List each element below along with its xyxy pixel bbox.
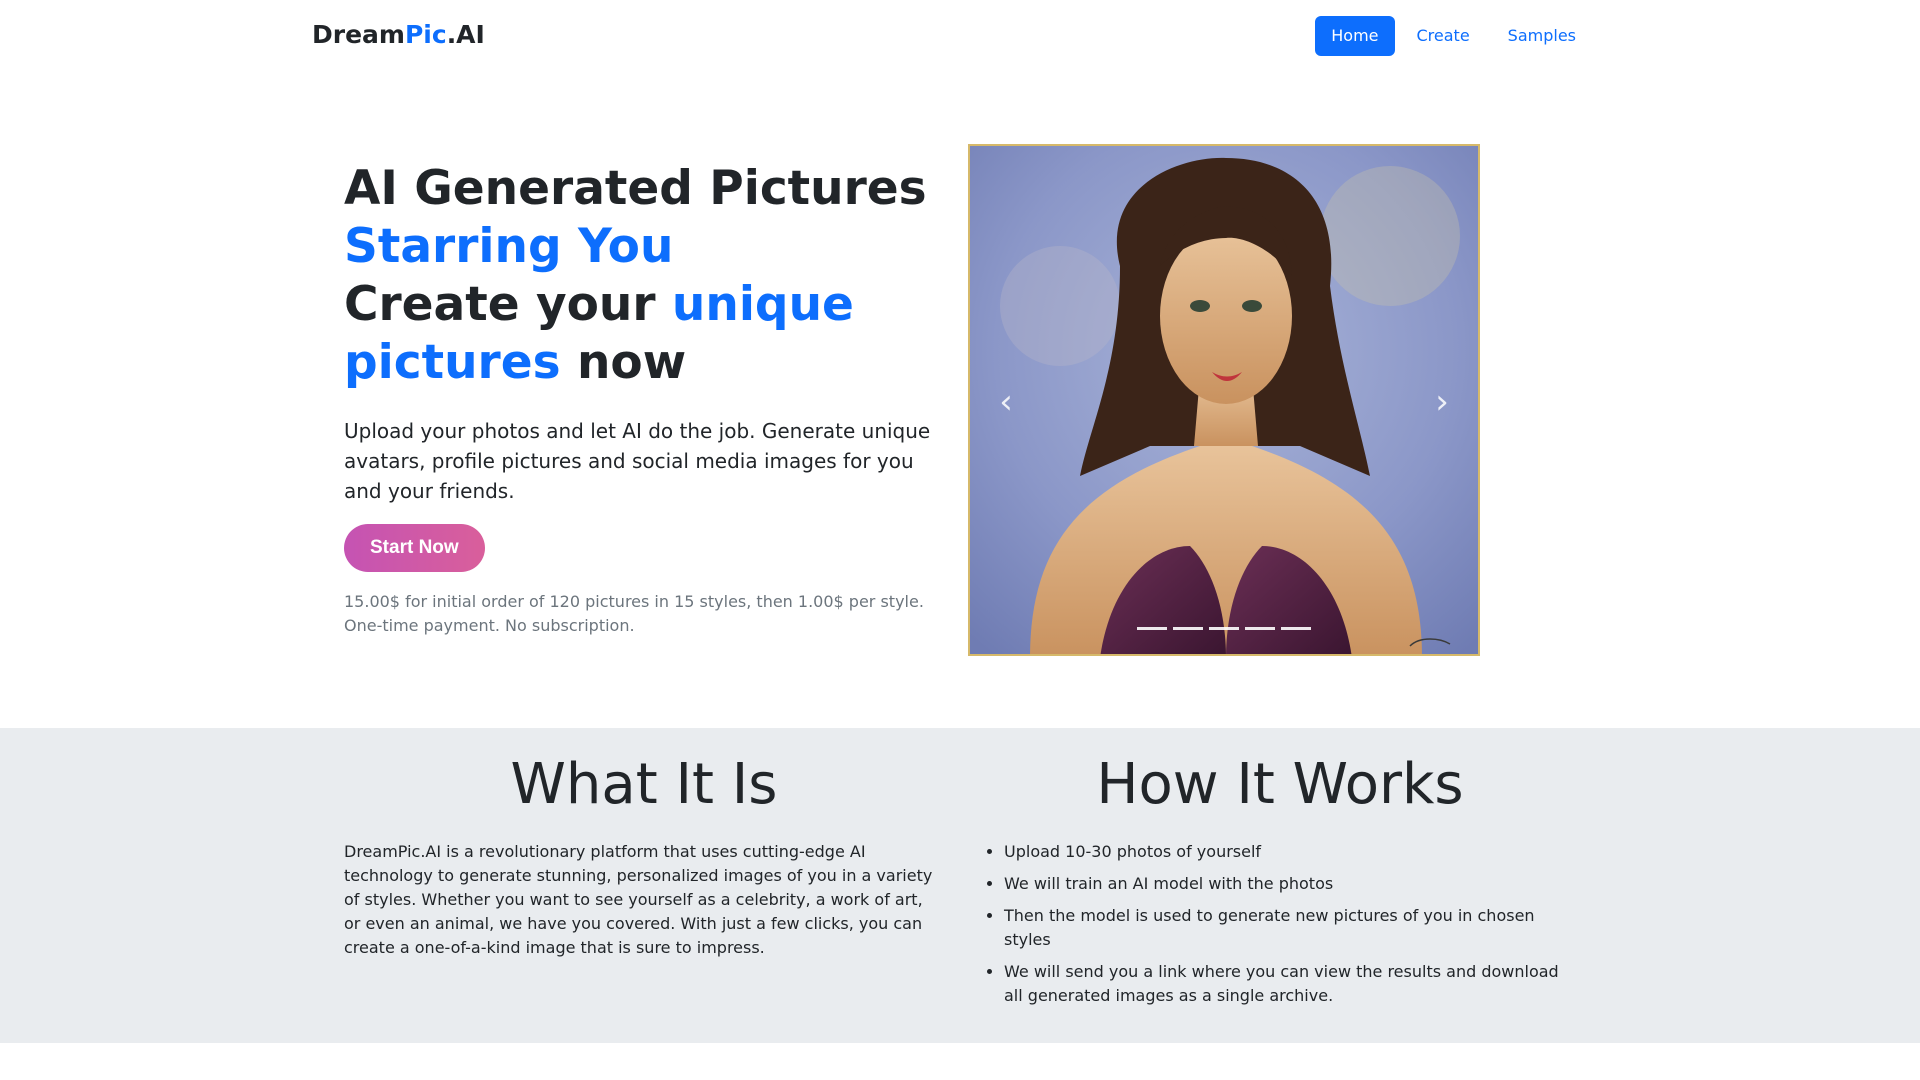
- carousel-indicator[interactable]: [1137, 627, 1167, 630]
- hero-title-line4a: pictures: [344, 335, 561, 390]
- hero-title-line4b: now: [560, 335, 687, 390]
- hero-section: AI Generated Pictures Starring You Creat…: [344, 160, 944, 638]
- carousel-indicator[interactable]: [1209, 627, 1239, 630]
- hero-title-line3b: unique: [671, 277, 854, 332]
- hero-title: AI Generated Pictures Starring You Creat…: [344, 160, 944, 392]
- portrait-carousel[interactable]: ‹ ›: [968, 144, 1480, 656]
- hero-title-line3a: Create your: [344, 277, 672, 332]
- what-it-is-column: What It Is DreamPic.AI is a revolutionar…: [344, 750, 944, 960]
- carousel-indicator[interactable]: [1173, 627, 1203, 630]
- price-note: 15.00$ for initial order of 120 pictures…: [344, 590, 944, 638]
- nav-samples[interactable]: Samples: [1492, 16, 1592, 56]
- price-note-line2: One-time payment. No subscription.: [344, 616, 635, 635]
- main-nav: Home Create Samples: [1315, 16, 1592, 56]
- hero-lead: Upload your photos and let AI do the job…: [344, 419, 931, 503]
- how-it-works-title: How It Works: [1096, 752, 1464, 817]
- hero-title-line2: Starring You: [344, 219, 674, 274]
- next-section-peek: [0, 1043, 1920, 1080]
- start-now-button[interactable]: Start Now: [344, 524, 485, 572]
- info-section: What It Is DreamPic.AI is a revolutionar…: [0, 728, 1920, 1043]
- chevron-left-icon[interactable]: ‹: [986, 382, 1026, 422]
- carousel-indicator[interactable]: [1245, 627, 1275, 630]
- carousel-slide-image: [970, 146, 1478, 654]
- brand-part-ai: .AI: [446, 20, 485, 49]
- brand-part-pic: Pic: [404, 20, 447, 49]
- carousel-indicators: [970, 627, 1478, 630]
- price-note-line1: 15.00$ for initial order of 120 pictures…: [344, 592, 924, 611]
- list-item: We will train an AI model with the photo…: [1004, 872, 1576, 896]
- list-item: Upload 10-30 photos of yourself: [1004, 840, 1576, 864]
- nav-home[interactable]: Home: [1315, 16, 1395, 56]
- chevron-right-icon[interactable]: ›: [1422, 382, 1462, 422]
- what-it-is-text: DreamPic.AI is a revolutionary platform …: [344, 842, 933, 957]
- carousel-indicator[interactable]: [1281, 627, 1311, 630]
- brand-part-dream: Dream: [312, 20, 405, 49]
- list-item: We will send you a link where you can vi…: [1004, 960, 1576, 1008]
- nav-create[interactable]: Create: [1401, 16, 1486, 56]
- hero-title-line1: AI Generated Pictures: [344, 161, 927, 216]
- how-it-works-steps: Upload 10-30 photos of yourself We will …: [984, 840, 1576, 1008]
- list-item: Then the model is used to generate new p…: [1004, 904, 1576, 952]
- how-it-works-column: How It Works Upload 10-30 photos of your…: [984, 750, 1576, 1016]
- what-it-is-title: What It Is: [510, 752, 778, 817]
- navbar: DreamPic.AI Home Create Samples: [0, 0, 1920, 70]
- brand-logo[interactable]: DreamPic.AI: [312, 20, 485, 49]
